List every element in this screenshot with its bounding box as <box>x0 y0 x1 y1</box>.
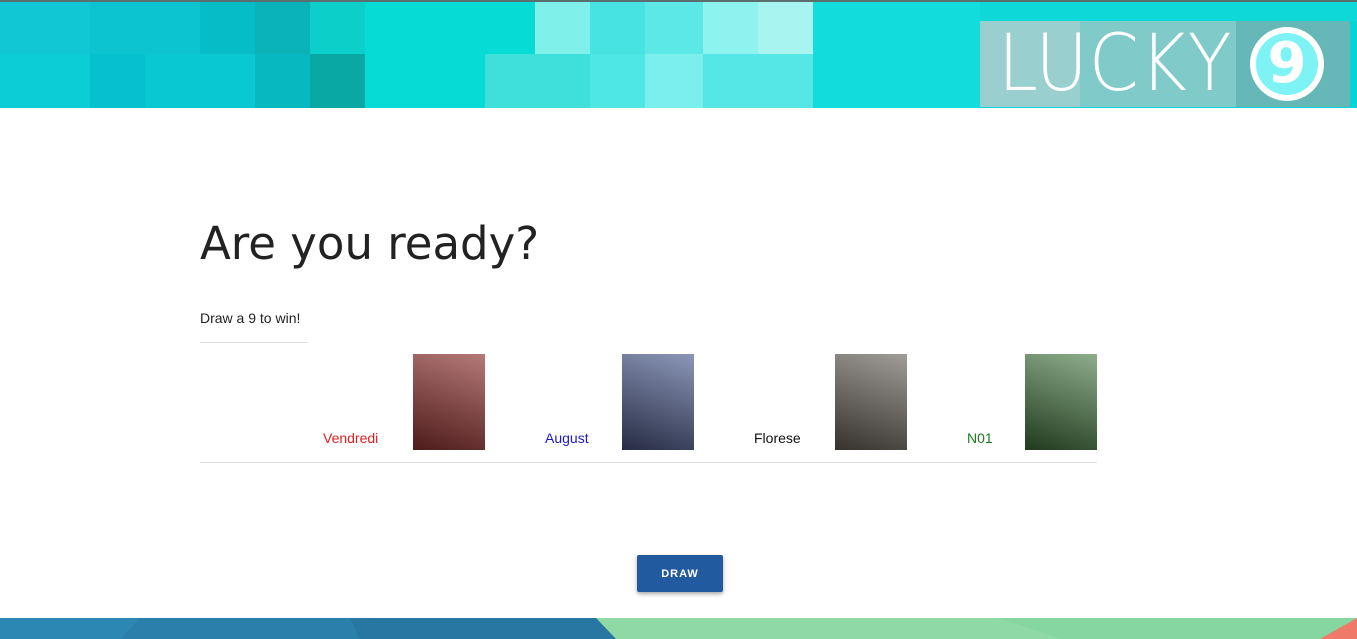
footer-banner <box>0 618 1357 639</box>
player-card-florese <box>835 354 907 450</box>
player-card-august <box>622 354 694 450</box>
logo-nine-badge-icon: 9 <box>1250 27 1324 101</box>
page-title: Are you ready? <box>200 217 540 270</box>
footer-decoration <box>0 618 1357 639</box>
logo-digit: 9 <box>1256 33 1318 95</box>
player-name-vendredi: Vendredi <box>323 430 379 446</box>
divider <box>200 462 1097 463</box>
player-card-vendredi <box>413 354 485 450</box>
player-name-august: August <box>545 430 589 446</box>
divider <box>200 342 308 343</box>
player-name-florese: Florese <box>754 430 801 446</box>
lucky-nine-logo: LUCKY 9 <box>980 21 1350 107</box>
header-banner: LUCKY 9 <box>0 0 1357 108</box>
game-instructions: Draw a 9 to win! <box>200 310 301 326</box>
draw-button[interactable]: DRAW <box>637 555 723 592</box>
player-name-n01: N01 <box>967 430 993 446</box>
player-card-n01 <box>1025 354 1097 450</box>
logo-text: LUCKY <box>998 19 1233 108</box>
